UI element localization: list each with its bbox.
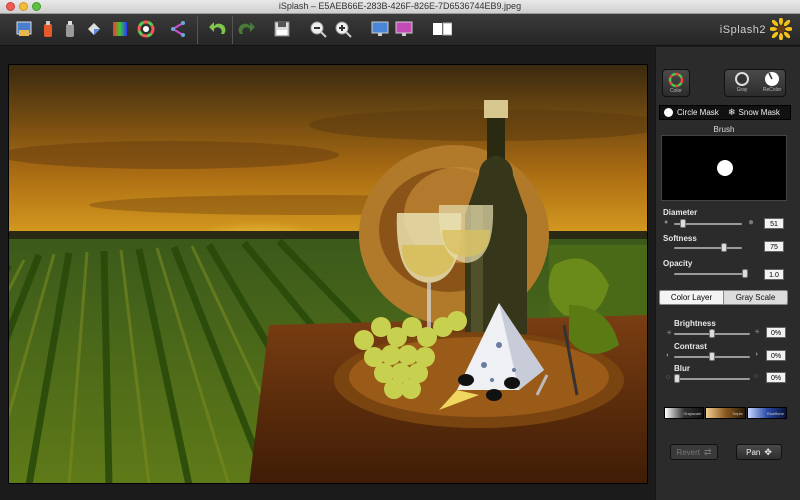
save-icon[interactable] xyxy=(272,19,292,39)
zoom-out-icon[interactable] xyxy=(308,19,328,39)
color-mode-label: Color xyxy=(670,88,682,94)
sunflower-logo-icon xyxy=(769,17,793,41)
color-grid-icon[interactable] xyxy=(110,19,130,39)
color-mode-icon xyxy=(668,72,684,88)
revert-label: Revert xyxy=(676,447,700,457)
window-title: iSplash – E5AEB66E-283B-426F-826E-7D6536… xyxy=(278,1,522,11)
diameter-min-icon: ● xyxy=(664,219,669,226)
opacity-label: Opacity xyxy=(663,259,693,268)
compare-icon[interactable] xyxy=(432,19,452,39)
canvas-area[interactable] xyxy=(0,47,655,500)
redo-icon[interactable] xyxy=(236,19,256,39)
pan-button[interactable]: Pan ✥ xyxy=(736,444,782,460)
contrast-knob[interactable] xyxy=(709,352,715,361)
softness-value[interactable]: 75 xyxy=(764,241,784,252)
softness-knob[interactable] xyxy=(720,243,727,252)
open-image-icon[interactable] xyxy=(14,19,34,39)
contrast-label: Contrast xyxy=(674,342,707,351)
gray-bucket-icon[interactable] xyxy=(60,19,80,39)
mask-bar: Circle Mask ❄ Snow Mask xyxy=(659,105,791,120)
color-bucket-icon[interactable] xyxy=(38,19,58,39)
gray-mode-button[interactable]: Gray xyxy=(731,71,753,97)
mode-group: Gray ReColor xyxy=(724,69,786,97)
contrast-slider[interactable] xyxy=(674,352,750,361)
zoom-in-icon[interactable] xyxy=(333,19,353,39)
effect-presets: Grayscale Sepia Blueftone xyxy=(664,407,787,419)
recolor-mode-button[interactable]: ReColor xyxy=(759,71,785,97)
blur-slider[interactable] xyxy=(674,374,750,383)
gray-mode-label: Gray xyxy=(736,87,748,93)
brightness-max-icon: ☀ xyxy=(754,329,761,336)
preset-grayscale[interactable]: Grayscale xyxy=(664,407,705,419)
softness-label: Softness xyxy=(663,234,697,243)
recolor-mode-icon xyxy=(765,72,779,86)
share-icon[interactable] xyxy=(168,19,188,39)
blur-value[interactable]: 0% xyxy=(766,372,786,383)
opacity-value[interactable]: 1.0 xyxy=(764,269,784,280)
recolor-mode-label: ReColor xyxy=(762,87,782,93)
photo-canvas[interactable] xyxy=(8,64,648,484)
diameter-knob[interactable] xyxy=(680,219,687,228)
gray-mode-icon xyxy=(735,72,749,86)
blur-label: Blur xyxy=(674,364,690,373)
contrast-min-icon: ◐ xyxy=(666,352,671,359)
blur-knob[interactable] xyxy=(674,374,680,383)
brightness-knob[interactable] xyxy=(709,329,715,338)
snowflake-icon: ❄ xyxy=(728,107,736,117)
opacity-slider[interactable] xyxy=(674,269,748,278)
brush-title: Brush xyxy=(713,125,735,134)
snow-mask-option[interactable]: ❄ Snow Mask xyxy=(726,107,780,118)
diameter-value[interactable]: 51 xyxy=(764,218,784,229)
circle-mask-icon xyxy=(664,108,673,117)
monitor-icon[interactable] xyxy=(370,19,390,39)
contrast-max-icon: ◑ xyxy=(754,351,759,358)
opacity-knob[interactable] xyxy=(742,269,748,278)
layer-selector: Color Layer Gray Scale xyxy=(659,290,788,305)
app-brand: iSplash2 xyxy=(719,24,766,36)
brightness-slider[interactable] xyxy=(674,329,750,338)
pan-label: Pan xyxy=(746,447,761,457)
gray-scale-tab[interactable]: Gray Scale xyxy=(723,291,787,304)
brush-dot xyxy=(717,160,733,176)
color-layer-tab[interactable]: Color Layer xyxy=(660,291,723,304)
softness-slider[interactable] xyxy=(674,243,742,252)
contrast-value[interactable]: 0% xyxy=(766,350,786,361)
snow-mask-label: Snow Mask xyxy=(738,108,780,117)
color-wheel-icon[interactable] xyxy=(136,19,156,39)
diameter-label: Diameter xyxy=(663,208,698,217)
circle-mask-option[interactable]: Circle Mask xyxy=(660,108,726,117)
diameter-slider[interactable] xyxy=(674,219,742,228)
tools-panel: Color Gray ReColor Circle Mask ❄ Snow Ma… xyxy=(655,47,800,500)
undo-icon[interactable] xyxy=(208,19,228,39)
revert-icon: ⇄ xyxy=(704,446,712,457)
color-mode-button[interactable]: Color xyxy=(662,69,690,97)
preset-sepia[interactable]: Sepia xyxy=(705,407,746,419)
brightness-value[interactable]: 0% xyxy=(766,327,786,338)
main-toolbar: iSplash2 xyxy=(0,14,800,46)
brightness-min-icon: ☀ xyxy=(666,330,673,337)
window-titlebar: iSplash – E5AEB66E-283B-426F-826E-7D6536… xyxy=(0,0,800,14)
revert-button[interactable]: Revert ⇄ xyxy=(670,444,718,460)
circle-mask-label: Circle Mask xyxy=(677,108,719,117)
diameter-max-icon: ● xyxy=(748,217,755,228)
paint-fill-icon[interactable] xyxy=(84,19,104,39)
brush-preview xyxy=(661,135,787,201)
monitor-color-icon[interactable] xyxy=(394,19,414,39)
preset-bluetone[interactable]: Blueftone xyxy=(746,407,787,419)
pan-arrows-icon: ✥ xyxy=(764,446,772,457)
brightness-label: Brightness xyxy=(674,319,716,328)
blur-max-icon: ○ xyxy=(754,373,759,380)
blur-min-icon: ○ xyxy=(666,374,671,381)
